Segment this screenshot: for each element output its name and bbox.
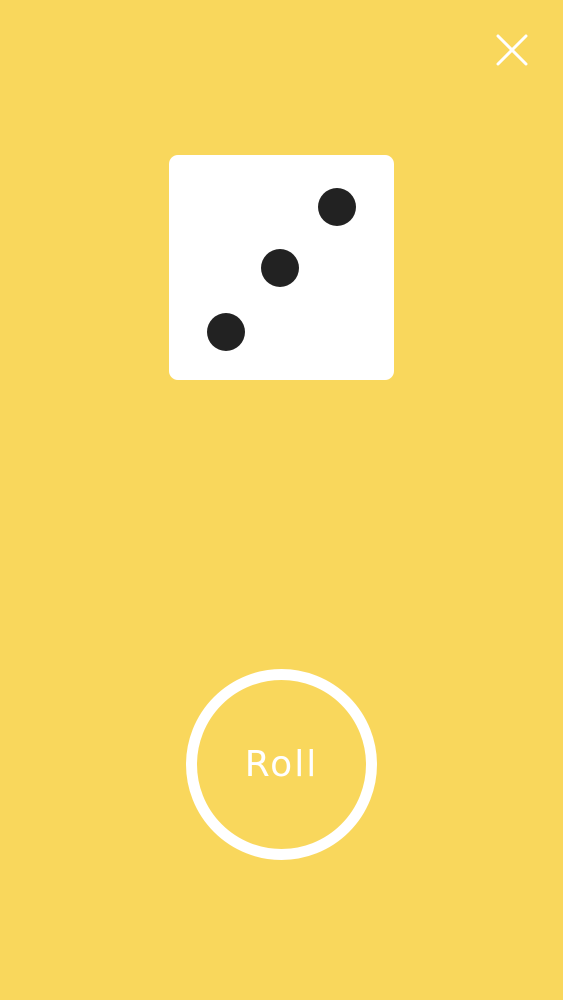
roll-button-label: Roll — [244, 744, 319, 785]
close-icon — [496, 34, 528, 66]
die-face — [169, 155, 394, 380]
die-pip — [318, 188, 356, 226]
die-pip — [261, 249, 299, 287]
dice-roller-screen: Roll — [0, 0, 563, 1000]
close-button[interactable] — [490, 28, 534, 72]
roll-button[interactable]: Roll — [186, 669, 377, 860]
die-pip — [207, 313, 245, 351]
